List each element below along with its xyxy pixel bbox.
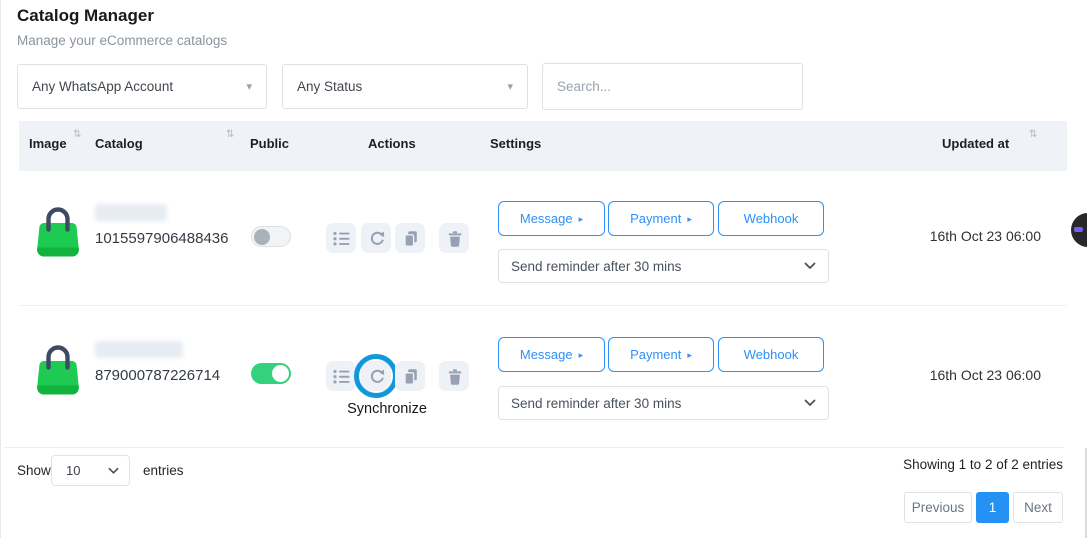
toggle-knob [272, 365, 289, 382]
trash-icon [445, 367, 464, 386]
copy-icon [401, 229, 420, 248]
message-settings-label: Message [520, 211, 573, 226]
catalog-image-shopping-bag-icon [33, 204, 83, 261]
search-input[interactable] [542, 63, 803, 110]
synchronize-button[interactable] [361, 223, 391, 253]
whatsapp-account-select[interactable]: Any WhatsApp Account ▾ [17, 64, 267, 109]
submenu-arrow-icon: ▸ [579, 350, 584, 361]
message-settings-button[interactable]: Message ▸ [498, 201, 605, 236]
payment-settings-label: Payment [630, 347, 681, 362]
next-page-button[interactable]: Next [1013, 492, 1063, 523]
page-1-button[interactable]: 1 [976, 492, 1009, 523]
table-header-row: Image ⇅ Catalog ⇅ Public Actions Setting… [19, 121, 1067, 171]
column-header-public[interactable]: Public [250, 136, 289, 151]
trash-icon [445, 229, 464, 248]
submenu-arrow-icon: ▸ [579, 214, 584, 225]
copy-icon [401, 367, 420, 386]
dropdown-caret-icon: ▾ [507, 80, 513, 93]
catalog-image-shopping-bag-icon [33, 342, 83, 399]
column-header-settings[interactable]: Settings [490, 136, 541, 151]
reminder-select-value: Send reminder after 30 mins [511, 259, 681, 274]
public-toggle[interactable] [251, 226, 291, 247]
delete-button[interactable] [439, 223, 469, 253]
submenu-arrow-icon: ▸ [687, 214, 692, 225]
status-select-value: Any Status [297, 79, 362, 94]
page-size-select[interactable]: 10 [51, 455, 130, 486]
updated-at-value: 16th Oct 23 06:00 [896, 367, 1041, 383]
page-subtitle: Manage your eCommerce catalogs [17, 33, 227, 48]
chevron-down-icon [804, 262, 816, 270]
public-toggle[interactable] [251, 363, 291, 384]
entries-label: entries [143, 463, 184, 478]
message-settings-button[interactable]: Message ▸ [498, 337, 605, 372]
reminder-select-value: Send reminder after 30 mins [511, 396, 681, 411]
webhook-settings-button[interactable]: Webhook [718, 201, 824, 236]
payment-settings-button[interactable]: Payment ▸ [608, 337, 714, 372]
table-bottom-divider [4, 447, 1064, 448]
entries-summary: Showing 1 to 2 of 2 entries [763, 457, 1063, 472]
payment-settings-button[interactable]: Payment ▸ [608, 201, 714, 236]
column-header-catalog[interactable]: Catalog [95, 136, 143, 151]
catalog-id: 879000787226714 [95, 367, 220, 384]
page-title: Catalog Manager [17, 6, 154, 26]
catalog-name-blurred [95, 341, 183, 358]
show-label: Show [17, 463, 51, 478]
catalog-name-blurred [95, 204, 167, 221]
webhook-settings-button[interactable]: Webhook [718, 337, 824, 372]
webhook-settings-label: Webhook [744, 347, 799, 362]
table-row: 1015597906488436 Message ▸ Payment ▸ Web… [1, 171, 1087, 305]
duplicate-button[interactable] [395, 361, 425, 391]
submenu-arrow-icon: ▸ [687, 350, 692, 361]
whatsapp-account-select-value: Any WhatsApp Account [32, 79, 173, 94]
webhook-settings-label: Webhook [744, 211, 799, 226]
dropdown-caret-icon: ▾ [246, 80, 252, 93]
table-row: 879000787226714 Synchronize Message ▸ Pa… [1, 305, 1087, 447]
message-settings-label: Message [520, 347, 573, 362]
list-icon [332, 229, 351, 248]
status-select[interactable]: Any Status ▾ [282, 64, 528, 109]
reminder-select[interactable]: Send reminder after 30 mins [498, 386, 829, 420]
sort-icon[interactable]: ⇅ [73, 129, 80, 140]
sort-icon[interactable]: ⇅ [1029, 129, 1036, 140]
page-size-value: 10 [66, 463, 80, 478]
list-icon [332, 367, 351, 386]
duplicate-button[interactable] [395, 223, 425, 253]
updated-at-value: 16th Oct 23 06:00 [896, 228, 1041, 244]
catalog-id: 1015597906488436 [95, 230, 228, 247]
catalog-items-button[interactable] [326, 223, 356, 253]
synchronize-tooltip: Synchronize [327, 401, 447, 417]
reminder-select[interactable]: Send reminder after 30 mins [498, 249, 829, 283]
catalog-items-button[interactable] [326, 361, 356, 391]
payment-settings-label: Payment [630, 211, 681, 226]
widget-purple-mark-icon [1074, 227, 1083, 232]
toggle-knob [254, 229, 270, 245]
column-header-updated-at[interactable]: Updated at [942, 136, 1009, 151]
chevron-down-icon [804, 399, 816, 407]
sync-icon [367, 229, 386, 248]
delete-button[interactable] [439, 361, 469, 391]
previous-page-button[interactable]: Previous [904, 492, 972, 523]
highlight-ring [354, 354, 398, 398]
column-header-actions[interactable]: Actions [368, 136, 416, 151]
sort-icon[interactable]: ⇅ [226, 129, 233, 140]
column-header-image[interactable]: Image [29, 136, 67, 151]
catalog-manager-page: Catalog Manager Manage your eCommerce ca… [0, 0, 1087, 538]
chevron-down-icon [108, 467, 119, 475]
